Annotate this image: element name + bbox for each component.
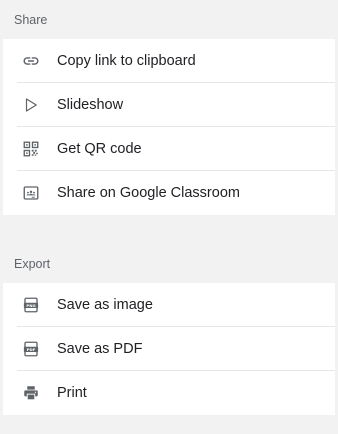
share-section: Copy link to clipboard Slideshow Get QR … xyxy=(3,39,335,215)
link-icon xyxy=(20,50,42,72)
svg-text:PNG: PNG xyxy=(26,302,35,307)
slideshow-item[interactable]: Slideshow xyxy=(17,83,335,127)
share-section-header: Share xyxy=(0,0,338,39)
print-label: Print xyxy=(57,385,87,401)
classroom-icon xyxy=(20,182,42,204)
png-file-icon: PNG xyxy=(20,294,42,316)
save-as-image-item[interactable]: PNG Save as image xyxy=(17,283,335,327)
copy-link-label: Copy link to clipboard xyxy=(57,52,196,69)
qr-code-icon xyxy=(20,138,42,160)
printer-icon xyxy=(20,382,42,404)
play-icon xyxy=(20,94,42,116)
copy-link-item[interactable]: Copy link to clipboard xyxy=(17,39,335,83)
slideshow-label: Slideshow xyxy=(57,96,124,113)
print-item[interactable]: Print xyxy=(17,371,335,415)
export-section-header: Export xyxy=(0,244,338,283)
save-as-image-label: Save as image xyxy=(57,296,153,313)
save-as-pdf-item[interactable]: PDF Save as PDF xyxy=(17,327,335,371)
google-classroom-item[interactable]: Share on Google Classroom xyxy=(17,171,335,215)
qr-code-label: Get QR code xyxy=(57,140,142,157)
qr-code-item[interactable]: Get QR code xyxy=(17,127,335,171)
save-as-pdf-label: Save as PDF xyxy=(57,340,143,357)
svg-text:PDF: PDF xyxy=(27,346,36,351)
pdf-file-icon: PDF xyxy=(20,338,42,360)
export-section: PNG Save as image PDF Save as PDF Print xyxy=(3,283,335,415)
share-export-menu: Share Copy link to clipboard Slideshow G… xyxy=(0,0,338,434)
section-gap xyxy=(0,215,338,244)
google-classroom-label: Share on Google Classroom xyxy=(57,185,240,201)
